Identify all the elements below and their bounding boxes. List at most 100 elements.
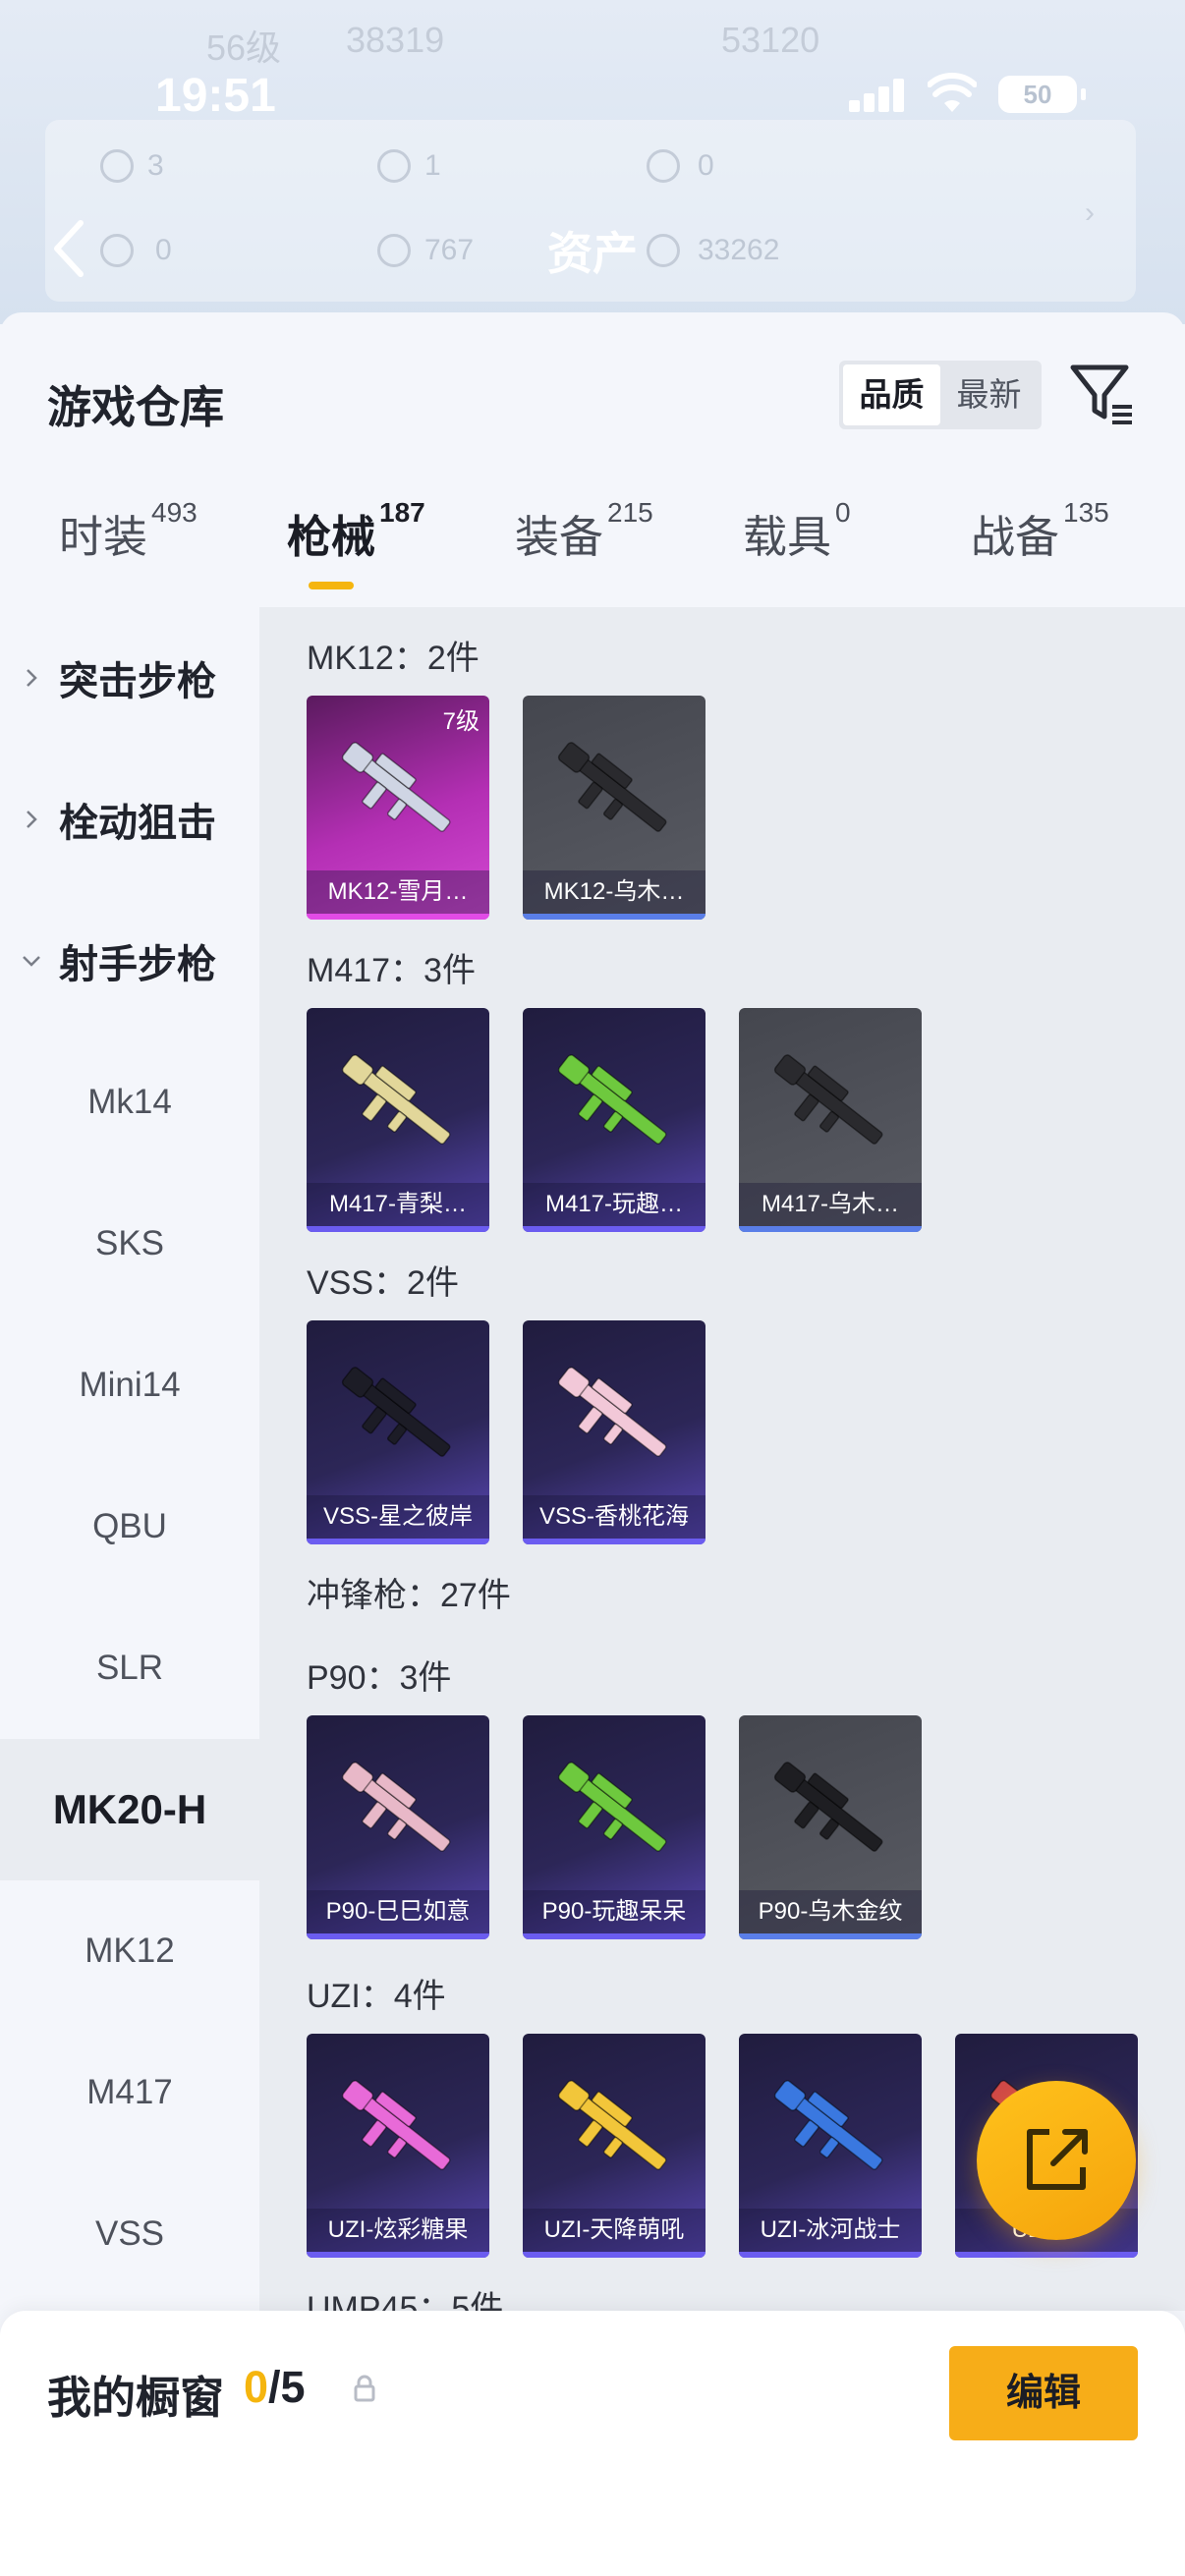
rifle-icon <box>341 742 451 832</box>
weapon-grid: MK12：2件 M417：3件 VSS：2件 冲锋枪：27件 P90：3件 UZ… <box>259 607 1185 2311</box>
rarity-bar <box>523 1933 705 1939</box>
sidebar-item-m417[interactable]: M417 <box>0 2022 259 2163</box>
tab-count: 0 <box>835 497 851 528</box>
stat-value: 0 <box>698 149 714 182</box>
tab-fashion[interactable]: 时装 493 <box>59 497 198 599</box>
weapon-card[interactable]: P90-乌木金纹 <box>739 1715 922 1939</box>
weapon-image <box>307 1008 489 1185</box>
rifle-icon <box>557 1054 667 1145</box>
weapon-name: M417-玩趣… <box>523 1183 705 1226</box>
stat-icon <box>377 149 411 183</box>
weapon-card[interactable]: VSS-星之彼岸 <box>307 1320 489 1544</box>
rifle-icon <box>341 1367 451 1457</box>
sidebar-category-marksman-rifles[interactable]: 射手步枪 <box>0 890 259 1032</box>
showcase-bar: 我的橱窗 0/5 编辑 <box>0 2311 1185 2576</box>
stat-icon <box>647 149 680 183</box>
rarity-bar <box>739 2252 922 2258</box>
tab-count: 493 <box>151 497 198 528</box>
rifle-icon <box>341 1054 451 1145</box>
weapon-sidebar: 突击步枪 栓动狙击 射手步枪 Mk14 SKS Mini14 QBU SLR M… <box>0 607 259 2311</box>
rifle-icon <box>773 1762 883 1852</box>
sidebar-item-mini14[interactable]: Mini14 <box>0 1315 259 1456</box>
weapon-card[interactable]: UZI-炫彩糖果 <box>307 2034 489 2258</box>
status-bar: 19:51 50 <box>0 59 1185 128</box>
group-header-ump45: UMP45：5件 <box>307 2290 504 2311</box>
weapon-image <box>523 696 705 872</box>
stat-icon <box>100 149 134 183</box>
weapon-image <box>523 1008 705 1185</box>
weapon-name: M417-青梨… <box>307 1183 489 1226</box>
group-header-mk12: MK12：2件 <box>307 640 480 677</box>
edit-button[interactable]: 编辑 <box>949 2346 1138 2440</box>
sort-quality-button[interactable]: 品质 <box>843 364 940 425</box>
category-tabs: 时装 493 枪械 187 装备 215 载具 0 战备 135 <box>0 497 1185 609</box>
sidebar-item-sks[interactable]: SKS <box>0 1173 259 1315</box>
filter-icon[interactable] <box>1069 362 1134 426</box>
weapon-image <box>307 1320 489 1497</box>
warehouse-title: 游戏仓库 <box>47 382 225 432</box>
weapon-image <box>523 1715 705 1892</box>
tab-label: 时装 <box>59 512 148 562</box>
sidebar-item-mk12[interactable]: MK12 <box>0 1880 259 2022</box>
tab-supplies[interactable]: 战备 135 <box>971 497 1109 599</box>
weapon-name: UZI-炫彩糖果 <box>307 2209 489 2252</box>
sidebar-item-mk14[interactable]: Mk14 <box>0 1032 259 1173</box>
tab-count: 215 <box>607 497 653 528</box>
share-button[interactable] <box>977 2081 1136 2240</box>
weapon-image <box>739 2034 922 2211</box>
group-header-p90: P90：3件 <box>307 1659 452 1697</box>
weapon-name: VSS-星之彼岸 <box>307 1495 489 1539</box>
chevron-right-icon: › <box>1085 196 1095 229</box>
rarity-bar <box>523 1226 705 1232</box>
weapon-card[interactable]: MK12-乌木… <box>523 696 705 920</box>
sidebar-item-vss[interactable]: VSS <box>0 2163 259 2305</box>
sidebar-category-assault-rifles[interactable]: 突击步枪 <box>0 607 259 749</box>
showcase-total: /5 <box>268 2362 306 2412</box>
tab-equipment[interactable]: 装备 215 <box>515 497 653 599</box>
rarity-bar <box>307 2252 489 2258</box>
rifle-icon <box>557 1762 667 1852</box>
weapon-name: VSS-香桃花海 <box>523 1495 705 1539</box>
sidebar-item-slr[interactable]: SLR <box>0 1597 259 1739</box>
weapon-card[interactable]: VSS-香桃花海 <box>523 1320 705 1544</box>
weapon-card[interactable]: P90-巳巳如意 <box>307 1715 489 1939</box>
tab-label: 枪械 <box>287 512 376 562</box>
rifle-icon <box>557 2080 667 2170</box>
weapon-image <box>739 1715 922 1892</box>
weapon-name: P90-巳巳如意 <box>307 1890 489 1933</box>
weapon-card[interactable]: M417-青梨… <box>307 1008 489 1232</box>
showcase-used: 0 <box>244 2362 269 2412</box>
rarity-bar <box>307 914 489 920</box>
sidebar-item-qbu[interactable]: QBU <box>0 1456 259 1597</box>
weapon-card[interactable]: UZI-天降萌吼 <box>523 2034 705 2258</box>
weapon-name: P90-玩趣呆呆 <box>523 1890 705 1933</box>
rifle-icon <box>557 742 667 832</box>
weapon-card[interactable]: 7级 MK12-雪月… <box>307 696 489 920</box>
sort-newest-button[interactable]: 最新 <box>940 364 1038 425</box>
tab-count: 135 <box>1063 497 1109 528</box>
rarity-bar <box>307 1539 489 1544</box>
rifle-icon <box>341 1762 451 1852</box>
group-header-vss: VSS：2件 <box>307 1264 459 1302</box>
weapon-name: UZI-天降萌吼 <box>523 2209 705 2252</box>
weapon-card[interactable]: M417-乌木… <box>739 1008 922 1232</box>
sidebar-category-bolt-sniper[interactable]: 栓动狙击 <box>0 749 259 890</box>
signal-icon <box>849 79 906 112</box>
weapon-card[interactable]: P90-玩趣呆呆 <box>523 1715 705 1939</box>
showcase-label: 我的橱窗 <box>47 2373 225 2423</box>
group-header-m417: M417：3件 <box>307 952 476 989</box>
share-icon <box>1027 2129 1088 2190</box>
profile-value: 38319 <box>346 20 445 60</box>
sidebar-item-mk20h[interactable]: MK20-H <box>0 1739 259 1880</box>
battery-icon: 50 <box>998 76 1077 113</box>
rarity-bar <box>307 1933 489 1939</box>
rarity-bar <box>739 1933 922 1939</box>
weapon-name: MK12-乌木… <box>523 870 705 914</box>
weapon-card[interactable]: UZI-冰河战士 <box>739 2034 922 2258</box>
showcase-count: 0/5 <box>244 2362 306 2413</box>
weapon-card[interactable]: M417-玩趣… <box>523 1008 705 1232</box>
weapon-image <box>307 1715 489 1892</box>
weapon-image <box>739 1008 922 1185</box>
tab-vehicles[interactable]: 载具 0 <box>743 497 851 599</box>
sidebar-category-label: 突击步枪 <box>59 660 216 703</box>
